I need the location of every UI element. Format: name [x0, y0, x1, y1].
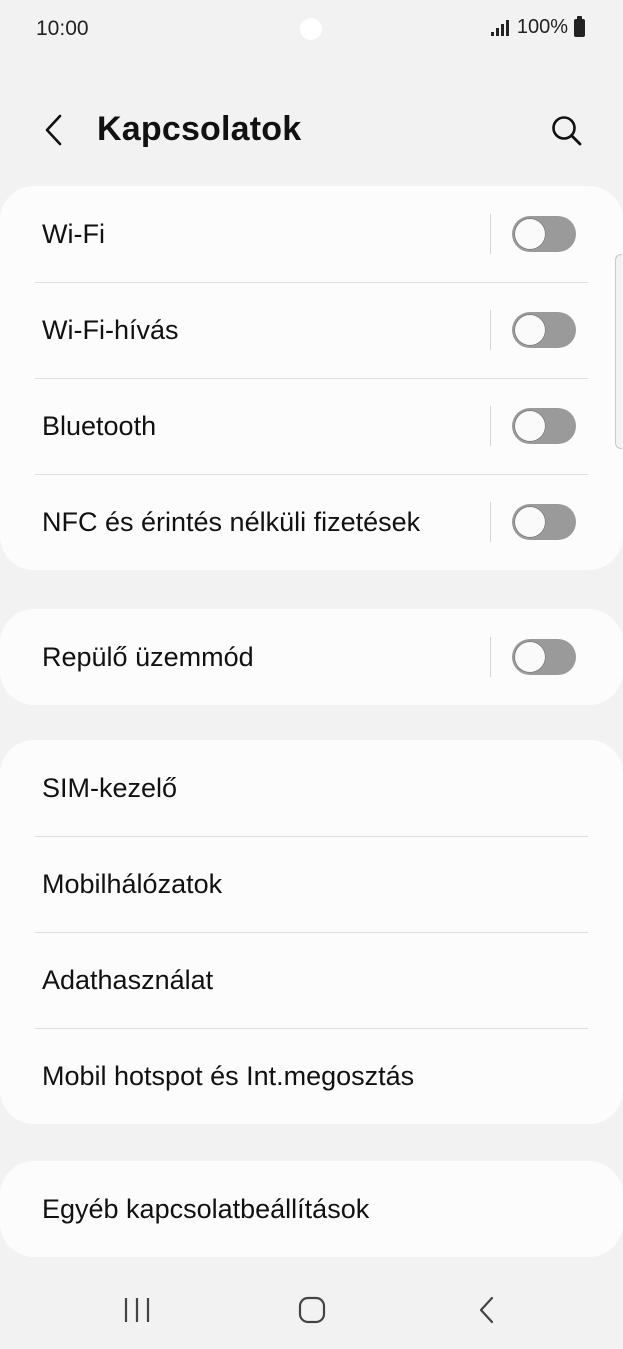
wifi-label: Wi-Fi: [42, 218, 105, 249]
hotspot-row[interactable]: Mobil hotspot és Int.megosztás: [0, 1028, 623, 1124]
recents-icon: [124, 1298, 150, 1322]
row-divider: [490, 214, 491, 254]
home-icon: [298, 1296, 326, 1324]
toggle-knob: [514, 410, 546, 442]
airplane-mode-label: Repülő üzemmód: [42, 641, 254, 672]
bluetooth-row[interactable]: Bluetooth: [0, 378, 623, 474]
row-divider: [490, 637, 491, 677]
status-bar: 10:00 100%: [0, 0, 623, 60]
phone-screen: 10:00 100% Kapcsolatok Wi-Fi Wi-Fi-hívás…: [0, 0, 623, 1349]
wifi-calling-label: Wi-Fi-hívás: [42, 314, 179, 345]
toggle-knob: [514, 314, 546, 346]
search-icon: [552, 116, 582, 146]
wifi-calling-toggle[interactable]: [512, 312, 576, 348]
airplane-card: Repülő üzemmód: [0, 609, 623, 705]
back-button[interactable]: [34, 110, 74, 150]
row-divider: [490, 310, 491, 350]
more-settings-card: Egyéb kapcsolatbeállítások: [0, 1161, 623, 1257]
connections-card: Wi-Fi Wi-Fi-hívás Bluetooth NFC és érint…: [0, 186, 623, 570]
row-divider: [490, 406, 491, 446]
chevron-left-icon: [45, 114, 62, 146]
more-connection-settings-row[interactable]: Egyéb kapcsolatbeállítások: [0, 1161, 623, 1257]
wifi-row[interactable]: Wi-Fi: [0, 186, 623, 282]
page-title: Kapcsolatok: [97, 110, 302, 148]
wifi-calling-row[interactable]: Wi-Fi-hívás: [0, 282, 623, 378]
recents-button[interactable]: [117, 1290, 157, 1330]
search-button[interactable]: [546, 110, 588, 152]
airplane-mode-toggle[interactable]: [512, 639, 576, 675]
nav-back-button[interactable]: [467, 1290, 507, 1330]
back-icon: [479, 1296, 494, 1324]
navigation-bar: [0, 1270, 623, 1346]
battery-percent: 100%: [516, 16, 568, 38]
nfc-toggle[interactable]: [512, 504, 576, 540]
mobile-networks-row[interactable]: Mobilhálózatok: [0, 836, 623, 932]
mobile-networks-label: Mobilhálózatok: [42, 868, 223, 899]
sim-manager-label: SIM-kezelő: [42, 772, 178, 803]
data-usage-row[interactable]: Adathasználat: [0, 932, 623, 1028]
status-time: 10:00: [36, 17, 89, 40]
status-icons: 100%: [490, 15, 585, 39]
row-divider: [490, 502, 491, 542]
mobile-card: SIM-kezelő Mobilhálózatok Adathasználat …: [0, 740, 623, 1124]
battery-icon: [574, 15, 585, 37]
sim-manager-row[interactable]: SIM-kezelő: [0, 740, 623, 836]
signal-icon: [490, 19, 509, 36]
scrollbar[interactable]: [615, 254, 622, 449]
bluetooth-label: Bluetooth: [42, 410, 157, 441]
hotspot-label: Mobil hotspot és Int.megosztás: [42, 1060, 415, 1091]
home-button[interactable]: [292, 1290, 332, 1330]
toggle-knob: [514, 641, 546, 673]
front-camera: [300, 18, 322, 40]
toggle-knob: [514, 218, 546, 250]
bluetooth-toggle[interactable]: [512, 408, 576, 444]
wifi-toggle[interactable]: [512, 216, 576, 252]
nfc-label: NFC és érintés nélküli fizetések: [42, 506, 421, 537]
airplane-mode-row[interactable]: Repülő üzemmód: [0, 609, 623, 705]
nfc-row[interactable]: NFC és érintés nélküli fizetések: [0, 474, 623, 570]
data-usage-label: Adathasználat: [42, 964, 214, 995]
app-header: Kapcsolatok: [0, 96, 623, 166]
toggle-knob: [514, 506, 546, 538]
more-connection-settings-label: Egyéb kapcsolatbeállítások: [42, 1193, 370, 1224]
